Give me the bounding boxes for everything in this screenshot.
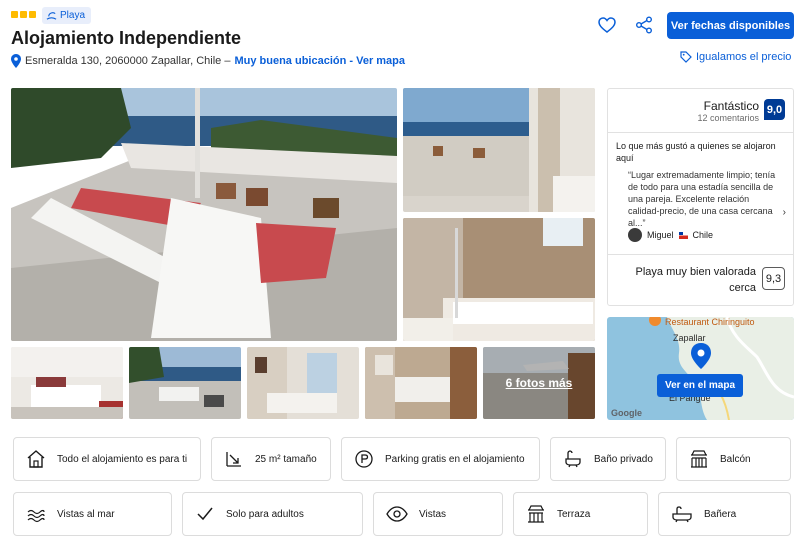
beach-rating-label: Playa muy bien valorada cerca — [635, 266, 756, 294]
star-icon — [29, 11, 36, 18]
rating-header: Fantástico 12 comentarios 9,0 — [697, 99, 785, 123]
page-title: Alojamiento Independiente — [11, 28, 242, 48]
amenity-label: Terraza — [557, 508, 591, 520]
amenity-label: Solo para adultos — [226, 508, 304, 520]
amenity-adults-only: Solo para adultos — [182, 492, 363, 536]
window-photo — [403, 88, 595, 212]
thumbnail-more-photos[interactable]: 6 fotos más — [483, 347, 595, 419]
amenity-label: Todo el alojamiento es para ti — [57, 453, 188, 465]
amenity-terrace: Terraza — [513, 492, 648, 536]
review-quote: “Lugar extremadamente limpio; tenía de t… — [628, 170, 776, 228]
beach-score: 9,3 — [762, 267, 785, 290]
amenity-parking: Parking gratis en el alojamiento — [341, 437, 540, 481]
reviewer: Miguel Chile — [628, 228, 713, 242]
heart-icon[interactable] — [597, 15, 617, 35]
divider — [608, 254, 793, 255]
house-icon — [27, 450, 45, 468]
thumbnail-bedroom[interactable] — [11, 347, 123, 419]
beach-tag: Playa — [42, 7, 92, 24]
tag-label: Playa — [60, 10, 86, 21]
bath-icon — [565, 450, 581, 468]
amenity-label: Parking gratis en el alojamiento — [385, 453, 525, 465]
main-photo-terrace[interactable] — [11, 88, 397, 341]
review-count: 12 comentarios — [697, 113, 759, 123]
star-rating — [11, 11, 36, 18]
terrace-sea-photo — [129, 347, 241, 419]
amenity-whole-place: Todo el alojamiento es para ti — [13, 437, 201, 481]
price-tag-icon — [680, 51, 692, 63]
share-icon[interactable] — [634, 15, 654, 35]
amenity-bathtub: Bañera — [658, 492, 791, 536]
chevron-right-icon[interactable]: › — [783, 207, 786, 218]
amenity-label: Bañera — [704, 508, 737, 520]
map-label-town: Zapallar — [673, 333, 706, 343]
amenity-sea-view: Vistas al mar — [13, 492, 172, 536]
location-map-link[interactable]: Muy buena ubicación - Ver mapa — [234, 55, 405, 67]
amenity-label: Vistas al mar — [57, 508, 115, 520]
view-on-map-button[interactable]: Ver en el mapa — [657, 374, 743, 397]
reviewer-name: Miguel — [647, 230, 674, 240]
amenity-balcony: Balcón — [676, 437, 791, 481]
thumbnail-sink[interactable] — [365, 347, 477, 419]
bathroom-photo — [403, 218, 595, 341]
beach-icon — [46, 12, 57, 20]
amenity-label: 25 m² tamaño — [255, 453, 317, 465]
divider — [608, 132, 793, 133]
balcony-icon — [691, 450, 707, 468]
chile-flag-icon — [678, 231, 688, 239]
eye-icon — [386, 506, 408, 522]
reviewer-country: Chile — [692, 230, 714, 240]
google-logo: Google — [611, 408, 642, 418]
size-icon — [226, 452, 241, 467]
check-icon — [197, 507, 213, 521]
bathtub-icon — [672, 506, 692, 523]
location-pin-icon — [11, 54, 21, 68]
amenity-label: Vistas — [419, 508, 447, 520]
terrace-photo — [11, 88, 397, 341]
amenity-views: Vistas — [373, 492, 503, 536]
address-line: Esmeralda 130, 2060000 Zapallar, Chile –… — [11, 54, 405, 68]
address-text: Esmeralda 130, 2060000 Zapallar, Chile – — [25, 55, 231, 67]
map-label-restaurant: Restaurant Chiringuito — [665, 317, 755, 327]
sea-view-icon — [27, 509, 45, 523]
liked-heading: Lo que más gustó a quienes se alojaron a… — [616, 141, 776, 163]
map-preview[interactable]: Restaurant Chiringuito Zapallar El Pangu… — [607, 317, 794, 420]
amenity-label: Balcón — [720, 453, 751, 465]
sink-photo — [365, 347, 477, 419]
star-icon — [20, 11, 27, 18]
star-icon — [11, 11, 18, 18]
bedroom-photo — [11, 347, 123, 419]
thumbnail-living-room[interactable] — [247, 347, 359, 419]
parking-icon — [355, 450, 373, 468]
photo-window-view[interactable] — [403, 88, 595, 212]
thumbnail-terrace-sea[interactable] — [129, 347, 241, 419]
amenity-size: 25 m² tamaño — [211, 437, 331, 481]
rating-word: Fantástico — [703, 99, 759, 113]
avatar — [628, 228, 642, 242]
living-room-photo — [247, 347, 359, 419]
price-match-label: Igualamos el precio — [696, 51, 792, 63]
score-badge: 9,0 — [764, 99, 785, 120]
amenity-label: Baño privado — [594, 453, 653, 465]
terrace-icon — [528, 505, 544, 523]
more-photos-label: 6 fotos más — [483, 347, 595, 419]
check-availability-button[interactable]: Ver fechas disponibles — [667, 12, 794, 39]
price-match-link[interactable]: Igualamos el precio — [680, 51, 791, 63]
review-panel[interactable]: Fantástico 12 comentarios 9,0 Lo que más… — [607, 88, 794, 306]
photo-bathroom[interactable] — [403, 218, 595, 341]
amenity-private-bath: Baño privado — [550, 437, 666, 481]
